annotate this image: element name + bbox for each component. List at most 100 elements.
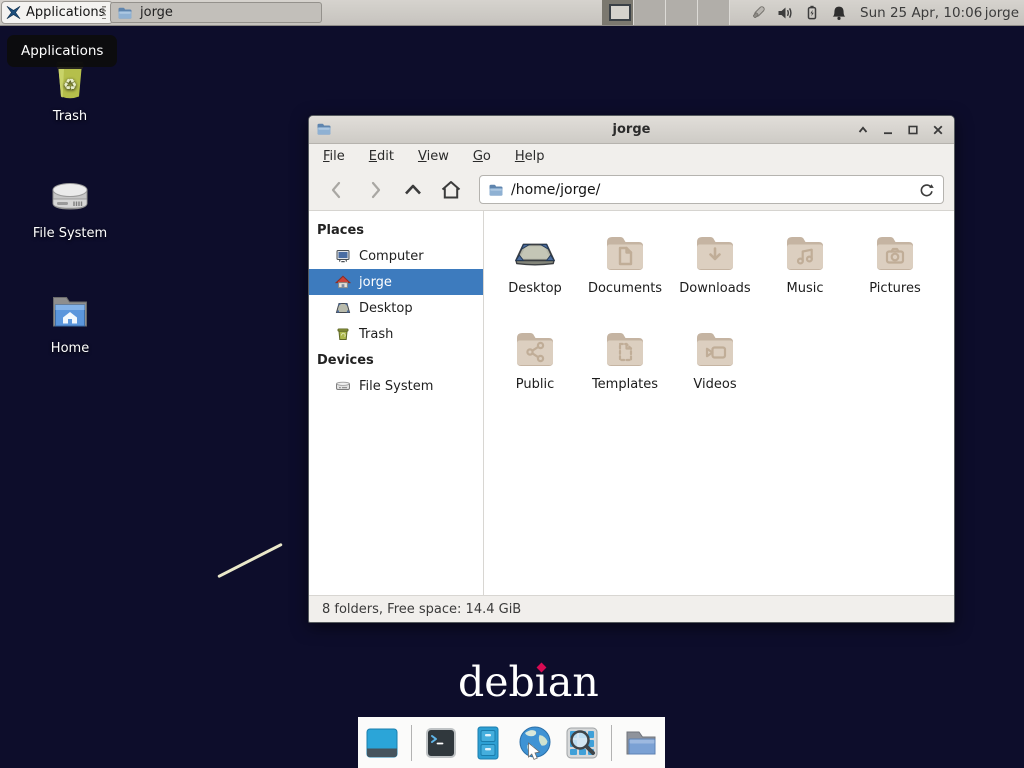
- dock-panel: [358, 717, 665, 768]
- downloads-folder-icon: [691, 228, 739, 276]
- file-item-downloads[interactable]: Downloads: [670, 228, 760, 324]
- file-item-desktop[interactable]: Desktop: [490, 228, 580, 324]
- taskbar-window-label: jorge: [140, 5, 173, 20]
- dock-separator: [611, 725, 612, 761]
- applications-tooltip: Applications: [7, 35, 117, 67]
- sidebar-item-computer[interactable]: Computer: [309, 243, 483, 269]
- applications-menu-button[interactable]: Applications: [1, 1, 113, 24]
- file-grid: Desktop Documents Downloads Music Pictur…: [484, 211, 954, 595]
- home-button[interactable]: [433, 174, 469, 206]
- videos-folder-icon: [691, 324, 739, 372]
- file-item-documents[interactable]: Documents: [580, 228, 670, 324]
- file-item-public[interactable]: Public: [490, 324, 580, 420]
- show-desktop-icon[interactable]: [362, 723, 402, 763]
- user-home-icon: [335, 274, 351, 290]
- computer-icon: [335, 248, 351, 264]
- sidebar-item-jorge[interactable]: jorge: [309, 269, 483, 295]
- panel-user-label[interactable]: jorge: [985, 0, 1019, 25]
- panel-clock[interactable]: Sun 25 Apr, 10:06: [860, 0, 982, 25]
- shade-button[interactable]: [855, 122, 871, 138]
- file-item-label: Documents: [588, 281, 662, 296]
- applications-menu-label: Applications: [26, 5, 105, 20]
- notifications-icon[interactable]: [830, 4, 848, 22]
- file-manager-window: jorge File Edit View Go Help: [308, 115, 955, 623]
- documents-folder-icon: [601, 228, 649, 276]
- file-item-music[interactable]: Music: [760, 228, 850, 324]
- system-tray: [749, 0, 848, 25]
- menu-edit[interactable]: Edit: [369, 149, 394, 164]
- debian-logo: debıan: [458, 660, 599, 705]
- desktop-folder-icon: [511, 228, 559, 276]
- panel-grip[interactable]: [102, 6, 106, 19]
- workspace-4[interactable]: [698, 0, 730, 25]
- statusbar-text: 8 folders, Free space: 14.4 GiB: [322, 602, 521, 617]
- window-titlebar[interactable]: jorge: [309, 116, 954, 144]
- menu-view[interactable]: View: [418, 149, 449, 164]
- path-input[interactable]: [511, 182, 911, 198]
- file-item-label: Public: [516, 377, 554, 392]
- pictures-folder-icon: [871, 228, 919, 276]
- xfce-applications-icon: [5, 4, 22, 21]
- file-item-templates[interactable]: Templates: [580, 324, 670, 420]
- back-button[interactable]: [319, 174, 355, 206]
- file-item-label: Downloads: [679, 281, 750, 296]
- app-finder-icon[interactable]: [562, 723, 602, 763]
- tooltip-text: Applications: [21, 43, 103, 59]
- drive-icon: [46, 173, 94, 221]
- debian-logo-i: ı: [535, 660, 548, 705]
- path-bar[interactable]: [479, 175, 944, 204]
- top-panel: Applications jorge Sun 25 Apr, 10:06 jor…: [0, 0, 1024, 26]
- stylus-icon[interactable]: [749, 4, 767, 22]
- public-folder-icon: [511, 324, 559, 372]
- desktop-place-icon: [335, 300, 351, 316]
- forward-button[interactable]: [357, 174, 393, 206]
- svg-text:♻: ♻: [63, 75, 77, 94]
- file-item-label: Desktop: [508, 281, 562, 296]
- folder-icon: [488, 182, 504, 198]
- file-item-label: Pictures: [869, 281, 920, 296]
- debian-logo-text: an: [548, 660, 599, 705]
- sidebar-item-trash[interactable]: Trash: [309, 321, 483, 347]
- desktop-line-artifact: [217, 543, 283, 578]
- file-item-label: Videos: [693, 377, 736, 392]
- menu-file[interactable]: File: [323, 149, 345, 164]
- file-cabinet-icon[interactable]: [468, 723, 508, 763]
- volume-icon[interactable]: [776, 4, 794, 22]
- file-item-videos[interactable]: Videos: [670, 324, 760, 420]
- desktop-icon-home[interactable]: Home: [20, 288, 120, 356]
- sidebar-item-label: Trash: [359, 327, 393, 342]
- workspace-1[interactable]: [602, 0, 634, 25]
- sidebar-item-file-system[interactable]: File System: [309, 373, 483, 399]
- workspace-3[interactable]: [666, 0, 698, 25]
- menubar: File Edit View Go Help: [309, 144, 954, 169]
- sidebar-item-desktop[interactable]: Desktop: [309, 295, 483, 321]
- battery-icon[interactable]: [803, 4, 821, 22]
- file-item-label: Music: [787, 281, 824, 296]
- desktop-icon-label: Trash: [53, 109, 87, 124]
- desktop-icon-label: File System: [33, 226, 107, 241]
- file-manager-icon[interactable]: [621, 723, 661, 763]
- menu-help[interactable]: Help: [515, 149, 545, 164]
- minimize-button[interactable]: [880, 122, 896, 138]
- taskbar-window-button[interactable]: jorge: [110, 2, 322, 23]
- sidebar-header-places: Places: [309, 217, 483, 243]
- reload-icon[interactable]: [918, 181, 935, 198]
- templates-folder-icon: [601, 324, 649, 372]
- maximize-button[interactable]: [905, 122, 921, 138]
- terminal-icon[interactable]: [421, 723, 461, 763]
- debian-logo-text: deb: [458, 660, 535, 705]
- menu-go[interactable]: Go: [473, 149, 491, 164]
- up-button[interactable]: [395, 174, 431, 206]
- sidebar-item-label: Computer: [359, 249, 424, 264]
- file-item-pictures[interactable]: Pictures: [850, 228, 940, 324]
- toolbar: [309, 169, 954, 211]
- window-content: Places Computer jorge Desktop: [309, 211, 954, 595]
- workspace-switcher: [602, 0, 730, 25]
- close-button[interactable]: [930, 122, 946, 138]
- desktop-icon-file-system[interactable]: File System: [20, 173, 120, 241]
- web-browser-icon[interactable]: [515, 723, 555, 763]
- workspace-2[interactable]: [634, 0, 666, 25]
- sidebar-item-label: File System: [359, 379, 433, 394]
- sidebar-header-devices: Devices: [309, 347, 483, 373]
- trash-small-icon: [335, 326, 351, 342]
